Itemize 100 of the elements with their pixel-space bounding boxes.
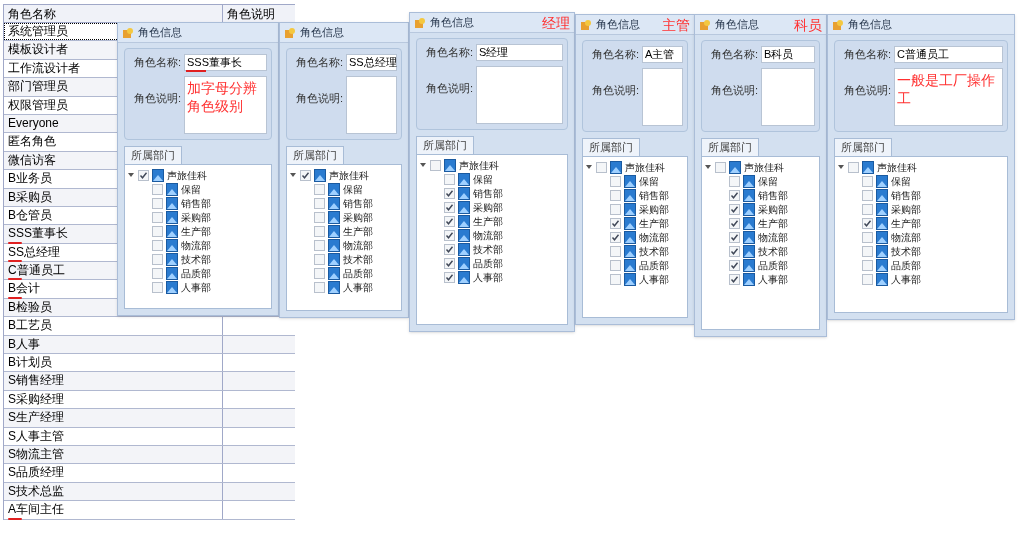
table-cell[interactable]: B工艺员 bbox=[4, 317, 223, 335]
checkbox[interactable] bbox=[314, 267, 325, 279]
tree-item[interactable]: 品质部 bbox=[343, 266, 373, 280]
tree-item[interactable]: 声旅佳科 bbox=[329, 168, 369, 182]
tree-item[interactable]: 人事部 bbox=[473, 270, 503, 284]
tab[interactable]: 所属部门 bbox=[834, 138, 892, 156]
tree-item[interactable]: 生产部 bbox=[891, 216, 921, 230]
tab[interactable]: 所属部门 bbox=[124, 146, 182, 164]
checkbox[interactable] bbox=[444, 201, 455, 213]
tree-item[interactable]: 声旅佳科 bbox=[459, 158, 499, 172]
tree-item[interactable]: 技术部 bbox=[343, 252, 373, 266]
description-field[interactable] bbox=[476, 66, 563, 124]
tree-item[interactable]: 物流部 bbox=[891, 230, 921, 244]
tree-item[interactable]: 保留 bbox=[758, 174, 778, 188]
table-cell[interactable]: B计划员 bbox=[4, 354, 223, 372]
checkbox[interactable] bbox=[729, 217, 740, 229]
description-field[interactable] bbox=[642, 68, 683, 126]
tree-item[interactable]: 物流部 bbox=[343, 238, 373, 252]
tree-item[interactable]: 技术部 bbox=[639, 244, 669, 258]
checkbox[interactable] bbox=[862, 217, 873, 229]
checkbox[interactable] bbox=[729, 231, 740, 243]
tree-item[interactable]: 品质部 bbox=[181, 266, 211, 280]
checkbox[interactable] bbox=[314, 197, 325, 209]
name-field[interactable]: SSS董事长 bbox=[184, 54, 267, 71]
checkbox[interactable] bbox=[444, 173, 455, 185]
tab[interactable]: 所属部门 bbox=[582, 138, 640, 156]
tree-item[interactable]: 声旅佳科 bbox=[167, 168, 207, 182]
tree-item[interactable]: 生产部 bbox=[473, 214, 503, 228]
tree-item[interactable]: 人事部 bbox=[639, 272, 669, 286]
checkbox[interactable] bbox=[596, 161, 607, 173]
name-field[interactable]: A主管 bbox=[642, 46, 683, 63]
checkbox[interactable] bbox=[138, 169, 149, 181]
checkbox[interactable] bbox=[610, 231, 621, 243]
checkbox[interactable] bbox=[430, 159, 441, 171]
tree-item[interactable]: 技术部 bbox=[891, 244, 921, 258]
checkbox[interactable] bbox=[444, 215, 455, 227]
checkbox[interactable] bbox=[300, 169, 311, 181]
tree-item[interactable]: 生产部 bbox=[181, 224, 211, 238]
checkbox[interactable] bbox=[862, 273, 873, 285]
checkbox[interactable] bbox=[848, 161, 859, 173]
checkbox[interactable] bbox=[729, 175, 740, 187]
tree-item[interactable]: 采购部 bbox=[639, 202, 669, 216]
tree-item[interactable]: 声旅佳科 bbox=[744, 160, 784, 174]
tree-item[interactable]: 销售部 bbox=[343, 196, 373, 210]
description-field[interactable]: 一般是工厂操作工 bbox=[894, 68, 1003, 126]
checkbox[interactable] bbox=[444, 243, 455, 255]
checkbox[interactable] bbox=[314, 253, 325, 265]
table-cell[interactable]: S品质经理 bbox=[4, 464, 223, 482]
tree-item[interactable]: 采购部 bbox=[343, 210, 373, 224]
tree-item[interactable]: 采购部 bbox=[758, 202, 788, 216]
tree-item[interactable]: 人事部 bbox=[181, 280, 211, 294]
checkbox[interactable] bbox=[862, 231, 873, 243]
tree-item[interactable]: 销售部 bbox=[639, 188, 669, 202]
tree-item[interactable]: 采购部 bbox=[891, 202, 921, 216]
checkbox[interactable] bbox=[862, 175, 873, 187]
tree-item[interactable]: 物流部 bbox=[639, 230, 669, 244]
table-cell[interactable]: S采购经理 bbox=[4, 390, 223, 409]
checkbox[interactable] bbox=[152, 281, 163, 293]
checkbox[interactable] bbox=[715, 161, 726, 173]
tree-item[interactable]: 销售部 bbox=[891, 188, 921, 202]
checkbox[interactable] bbox=[152, 267, 163, 279]
tree-item[interactable]: 保留 bbox=[891, 174, 911, 188]
tree-item[interactable]: 技术部 bbox=[473, 242, 503, 256]
checkbox[interactable] bbox=[444, 187, 455, 199]
checkbox[interactable] bbox=[152, 197, 163, 209]
checkbox[interactable] bbox=[610, 203, 621, 215]
table-cell[interactable]: A车间主任 bbox=[4, 501, 223, 519]
checkbox[interactable] bbox=[610, 245, 621, 257]
checkbox[interactable] bbox=[610, 259, 621, 271]
checkbox[interactable] bbox=[729, 203, 740, 215]
checkbox[interactable] bbox=[862, 245, 873, 257]
checkbox[interactable] bbox=[152, 239, 163, 251]
tree-item[interactable]: 保留 bbox=[473, 172, 493, 186]
checkbox[interactable] bbox=[862, 203, 873, 215]
tab[interactable]: 所属部门 bbox=[286, 146, 344, 164]
name-field[interactable]: B科员 bbox=[761, 46, 815, 63]
checkbox[interactable] bbox=[862, 189, 873, 201]
checkbox[interactable] bbox=[152, 211, 163, 223]
tree-item[interactable]: 生产部 bbox=[639, 216, 669, 230]
tree-item[interactable]: 销售部 bbox=[758, 188, 788, 202]
checkbox[interactable] bbox=[729, 245, 740, 257]
checkbox[interactable] bbox=[610, 217, 621, 229]
checkbox[interactable] bbox=[729, 189, 740, 201]
tab[interactable]: 所属部门 bbox=[701, 138, 759, 156]
tree-item[interactable]: 品质部 bbox=[758, 258, 788, 272]
name-field[interactable]: S经理 bbox=[476, 44, 563, 61]
tree-item[interactable]: 声旅佳科 bbox=[877, 160, 917, 174]
checkbox[interactable] bbox=[314, 211, 325, 223]
tree-item[interactable]: 销售部 bbox=[473, 186, 503, 200]
tree-item[interactable]: 技术部 bbox=[758, 244, 788, 258]
checkbox[interactable] bbox=[152, 225, 163, 237]
checkbox[interactable] bbox=[729, 273, 740, 285]
tree-item[interactable]: 品质部 bbox=[473, 256, 503, 270]
tree-item[interactable]: 生产部 bbox=[343, 224, 373, 238]
checkbox[interactable] bbox=[314, 239, 325, 251]
checkbox[interactable] bbox=[152, 183, 163, 195]
checkbox[interactable] bbox=[444, 271, 455, 283]
checkbox[interactable] bbox=[314, 225, 325, 237]
tree-item[interactable]: 人事部 bbox=[891, 272, 921, 286]
tree-item[interactable]: 人事部 bbox=[343, 280, 373, 294]
